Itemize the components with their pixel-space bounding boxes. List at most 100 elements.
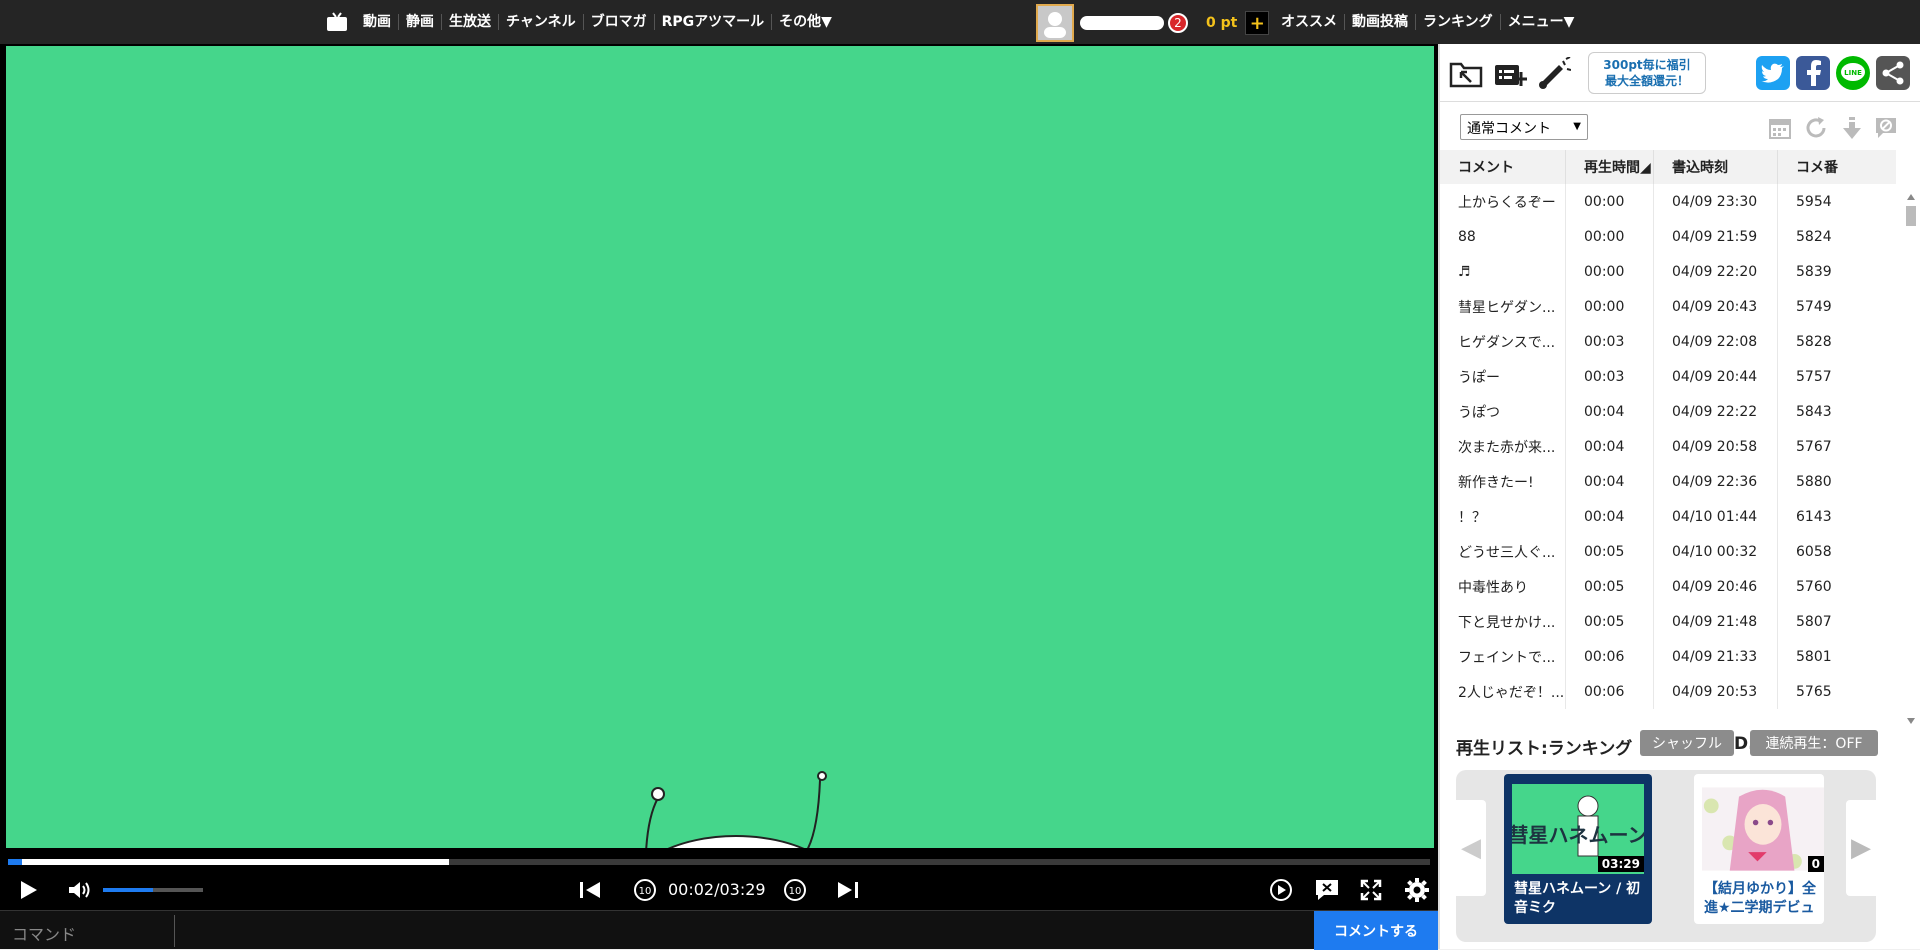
- post-comment-button[interactable]: コメントする: [1314, 911, 1438, 950]
- nav-channel[interactable]: チャンネル: [498, 14, 583, 30]
- line-share-button[interactable]: LINE: [1836, 56, 1870, 90]
- nicoad-button[interactable]: [1536, 56, 1572, 92]
- gear-icon: [1405, 878, 1429, 902]
- add-to-playlist-button[interactable]: [1492, 56, 1528, 92]
- comment-row[interactable]: 88 00:00 04/09 21:59 5824: [1440, 219, 1896, 254]
- twitter-share-button[interactable]: [1756, 56, 1790, 90]
- side-toolbar: 300pt毎に福引 最大全額還元！ LINE: [1440, 44, 1920, 102]
- comment-toggle-button[interactable]: [1312, 876, 1342, 904]
- column-comment[interactable]: コメント: [1440, 150, 1566, 184]
- thumb-title-text: 彗星ハネムーン: [1512, 823, 1644, 847]
- video-screen[interactable]: [6, 46, 1434, 848]
- reload-icon: [1806, 117, 1826, 138]
- folder-arrow-icon: [1449, 62, 1483, 88]
- shuffle-button[interactable]: シャッフル: [1640, 730, 1734, 756]
- seek-bar[interactable]: [8, 859, 1430, 865]
- comment-play-time: 00:04: [1566, 499, 1654, 534]
- ng-comment-icon: [1876, 118, 1896, 138]
- seek-buffered: [8, 859, 449, 865]
- settings-button[interactable]: [1402, 876, 1432, 904]
- comment-row[interactable]: うぽつ 00:04 04/09 22:22 5843: [1440, 394, 1896, 429]
- comment-row[interactable]: 新作きたー! 00:04 04/09 22:36 5880: [1440, 464, 1896, 499]
- comment-row[interactable]: 次また赤が来... 00:04 04/09 20:58 5767: [1440, 429, 1896, 464]
- prev-video-button[interactable]: [576, 876, 604, 904]
- comment-posted-at: 04/09 21:48: [1654, 604, 1778, 639]
- comment-scrollbar[interactable]: [1904, 190, 1918, 726]
- column-posted-at[interactable]: 書込時刻: [1654, 150, 1778, 184]
- carousel-next-button[interactable]: ▶: [1846, 800, 1876, 896]
- comment-list: コメント 再生時間◢ 書込時刻 コメ番 上からくるぞー 00:00 04/09 23…: [1440, 150, 1896, 709]
- comment-row[interactable]: 彗星ヒゲダン... 00:00 04/09 20:43 5749: [1440, 289, 1896, 324]
- comment-number: 5801: [1796, 648, 1832, 665]
- share-button[interactable]: [1876, 56, 1910, 90]
- comment-row[interactable]: 上からくるぞー 00:00 04/09 23:30 5954: [1440, 184, 1896, 219]
- nav-other-menu[interactable]: その他▼: [771, 14, 839, 30]
- nav-live[interactable]: 生放送: [441, 14, 498, 30]
- nav-menu[interactable]: メニュー▼: [1499, 14, 1582, 30]
- comment-text: ヒゲダンスで...: [1440, 324, 1566, 359]
- comment-number: 5843: [1796, 403, 1832, 420]
- avatar[interactable]: [1036, 4, 1074, 42]
- comment-number: 5760: [1796, 578, 1832, 595]
- ng-settings-button[interactable]: [1872, 114, 1900, 142]
- comment-input-bar: コマンド コメントする: [0, 910, 1438, 950]
- nav-ranking[interactable]: ランキング: [1415, 14, 1500, 30]
- column-comment-number[interactable]: コメ番: [1778, 150, 1896, 184]
- playlist-card-active[interactable]: 彗星ハネムーン 03:29 彗星ハネムーン / 初音ミク: [1504, 774, 1652, 924]
- comment-type-select[interactable]: 通常コメント: [1460, 114, 1588, 140]
- facebook-share-button[interactable]: [1796, 56, 1830, 90]
- side-panel: 300pt毎に福引 最大全額還元！ LINE 通常コメント ▼ コメント 再生時…: [1438, 44, 1920, 949]
- volume-button[interactable]: [66, 876, 92, 904]
- scrollbar-thumb[interactable]: [1906, 206, 1916, 226]
- forward-10-button[interactable]: 10: [780, 876, 810, 904]
- comment-row[interactable]: うぽー 00:03 04/09 20:44 5757: [1440, 359, 1896, 394]
- nav-seiga[interactable]: 静画: [398, 14, 441, 30]
- nav-rpg-atsumaru[interactable]: RPGアツマール: [653, 14, 772, 30]
- global-header: 動画 静画 生放送 チャンネル ブロマガ RPGアツマール その他▼ 2 0 p…: [0, 0, 1920, 44]
- comment-row[interactable]: ♬ 00:00 04/09 22:20 5839: [1440, 254, 1896, 289]
- carousel-prev-button[interactable]: ◀: [1456, 800, 1486, 896]
- skip-next-icon: [838, 882, 858, 898]
- autoplay-toggle[interactable]: 連続再生：OFF: [1750, 730, 1878, 756]
- autoscroll-button[interactable]: [1838, 114, 1866, 142]
- nav-blomaga[interactable]: ブロマガ: [582, 14, 654, 30]
- comment-posted-at: 04/09 22:20: [1654, 254, 1778, 289]
- play-button[interactable]: [14, 876, 42, 904]
- comment-row[interactable]: ！？ 00:04 04/10 01:44 6143: [1440, 499, 1896, 534]
- loop-button[interactable]: [1266, 876, 1296, 904]
- fullscreen-button[interactable]: [1356, 876, 1386, 904]
- volume-slider[interactable]: [103, 888, 203, 892]
- nav-video[interactable]: 動画: [356, 14, 398, 30]
- comment-play-time: 00:05: [1566, 604, 1654, 639]
- right-nav: オススメ 動画投稿 ランキング メニュー▼: [1274, 0, 1581, 44]
- comment-play-time: 00:00: [1566, 219, 1654, 254]
- nav-upload[interactable]: 動画投稿: [1344, 14, 1415, 30]
- comment-rows: 上からくるぞー 00:00 04/09 23:30 5954 88 00:00 04/09 …: [1440, 184, 1896, 709]
- next-video-button[interactable]: [834, 876, 862, 904]
- add-points-button[interactable]: +: [1245, 11, 1270, 35]
- notification-badge[interactable]: 2: [1168, 13, 1188, 33]
- comment-row[interactable]: 2人じゃだぞ！... 00:06 04/09 20:53 5765: [1440, 674, 1896, 709]
- comment-row[interactable]: フェイントで... 00:06 04/09 21:33 5801: [1440, 639, 1896, 674]
- chevron-right-icon: ▶: [1851, 833, 1871, 863]
- comment-row[interactable]: どうせ三人ぐ... 00:05 04/10 00:32 6058: [1440, 534, 1896, 569]
- comment-posted-at: 04/10 00:32: [1654, 534, 1778, 569]
- command-input[interactable]: コマンド: [12, 921, 76, 945]
- promo-line-2: 最大全額還元！: [1604, 74, 1689, 88]
- comment-row[interactable]: ヒゲダンスで... 00:03 04/09 22:08 5828: [1440, 324, 1896, 359]
- calendar-button[interactable]: [1766, 114, 1794, 142]
- rewind-10-button[interactable]: 10: [630, 876, 660, 904]
- reload-comments-button[interactable]: [1802, 114, 1830, 142]
- comment-number: 5839: [1796, 263, 1832, 280]
- comment-number: 5880: [1796, 473, 1832, 490]
- column-play-time[interactable]: 再生時間◢: [1566, 150, 1654, 184]
- username-redacted[interactable]: [1080, 16, 1164, 30]
- niconico-tv-icon[interactable]: [326, 12, 348, 32]
- playlist-card[interactable]: 0 【結月ゆかり】全力前進★二学期デビュ: [1694, 774, 1824, 924]
- promo-bubble[interactable]: 300pt毎に福引 最大全額還元！: [1588, 52, 1706, 94]
- comment-row[interactable]: 下と見せかけ... 00:05 04/09 21:48 5807: [1440, 604, 1896, 639]
- playlist-add-icon: [1495, 65, 1527, 86]
- mylist-button[interactable]: [1448, 56, 1484, 92]
- nav-recommend[interactable]: オススメ: [1274, 14, 1344, 30]
- comment-row[interactable]: 中毒性あり 00:05 04/09 20:46 5760: [1440, 569, 1896, 604]
